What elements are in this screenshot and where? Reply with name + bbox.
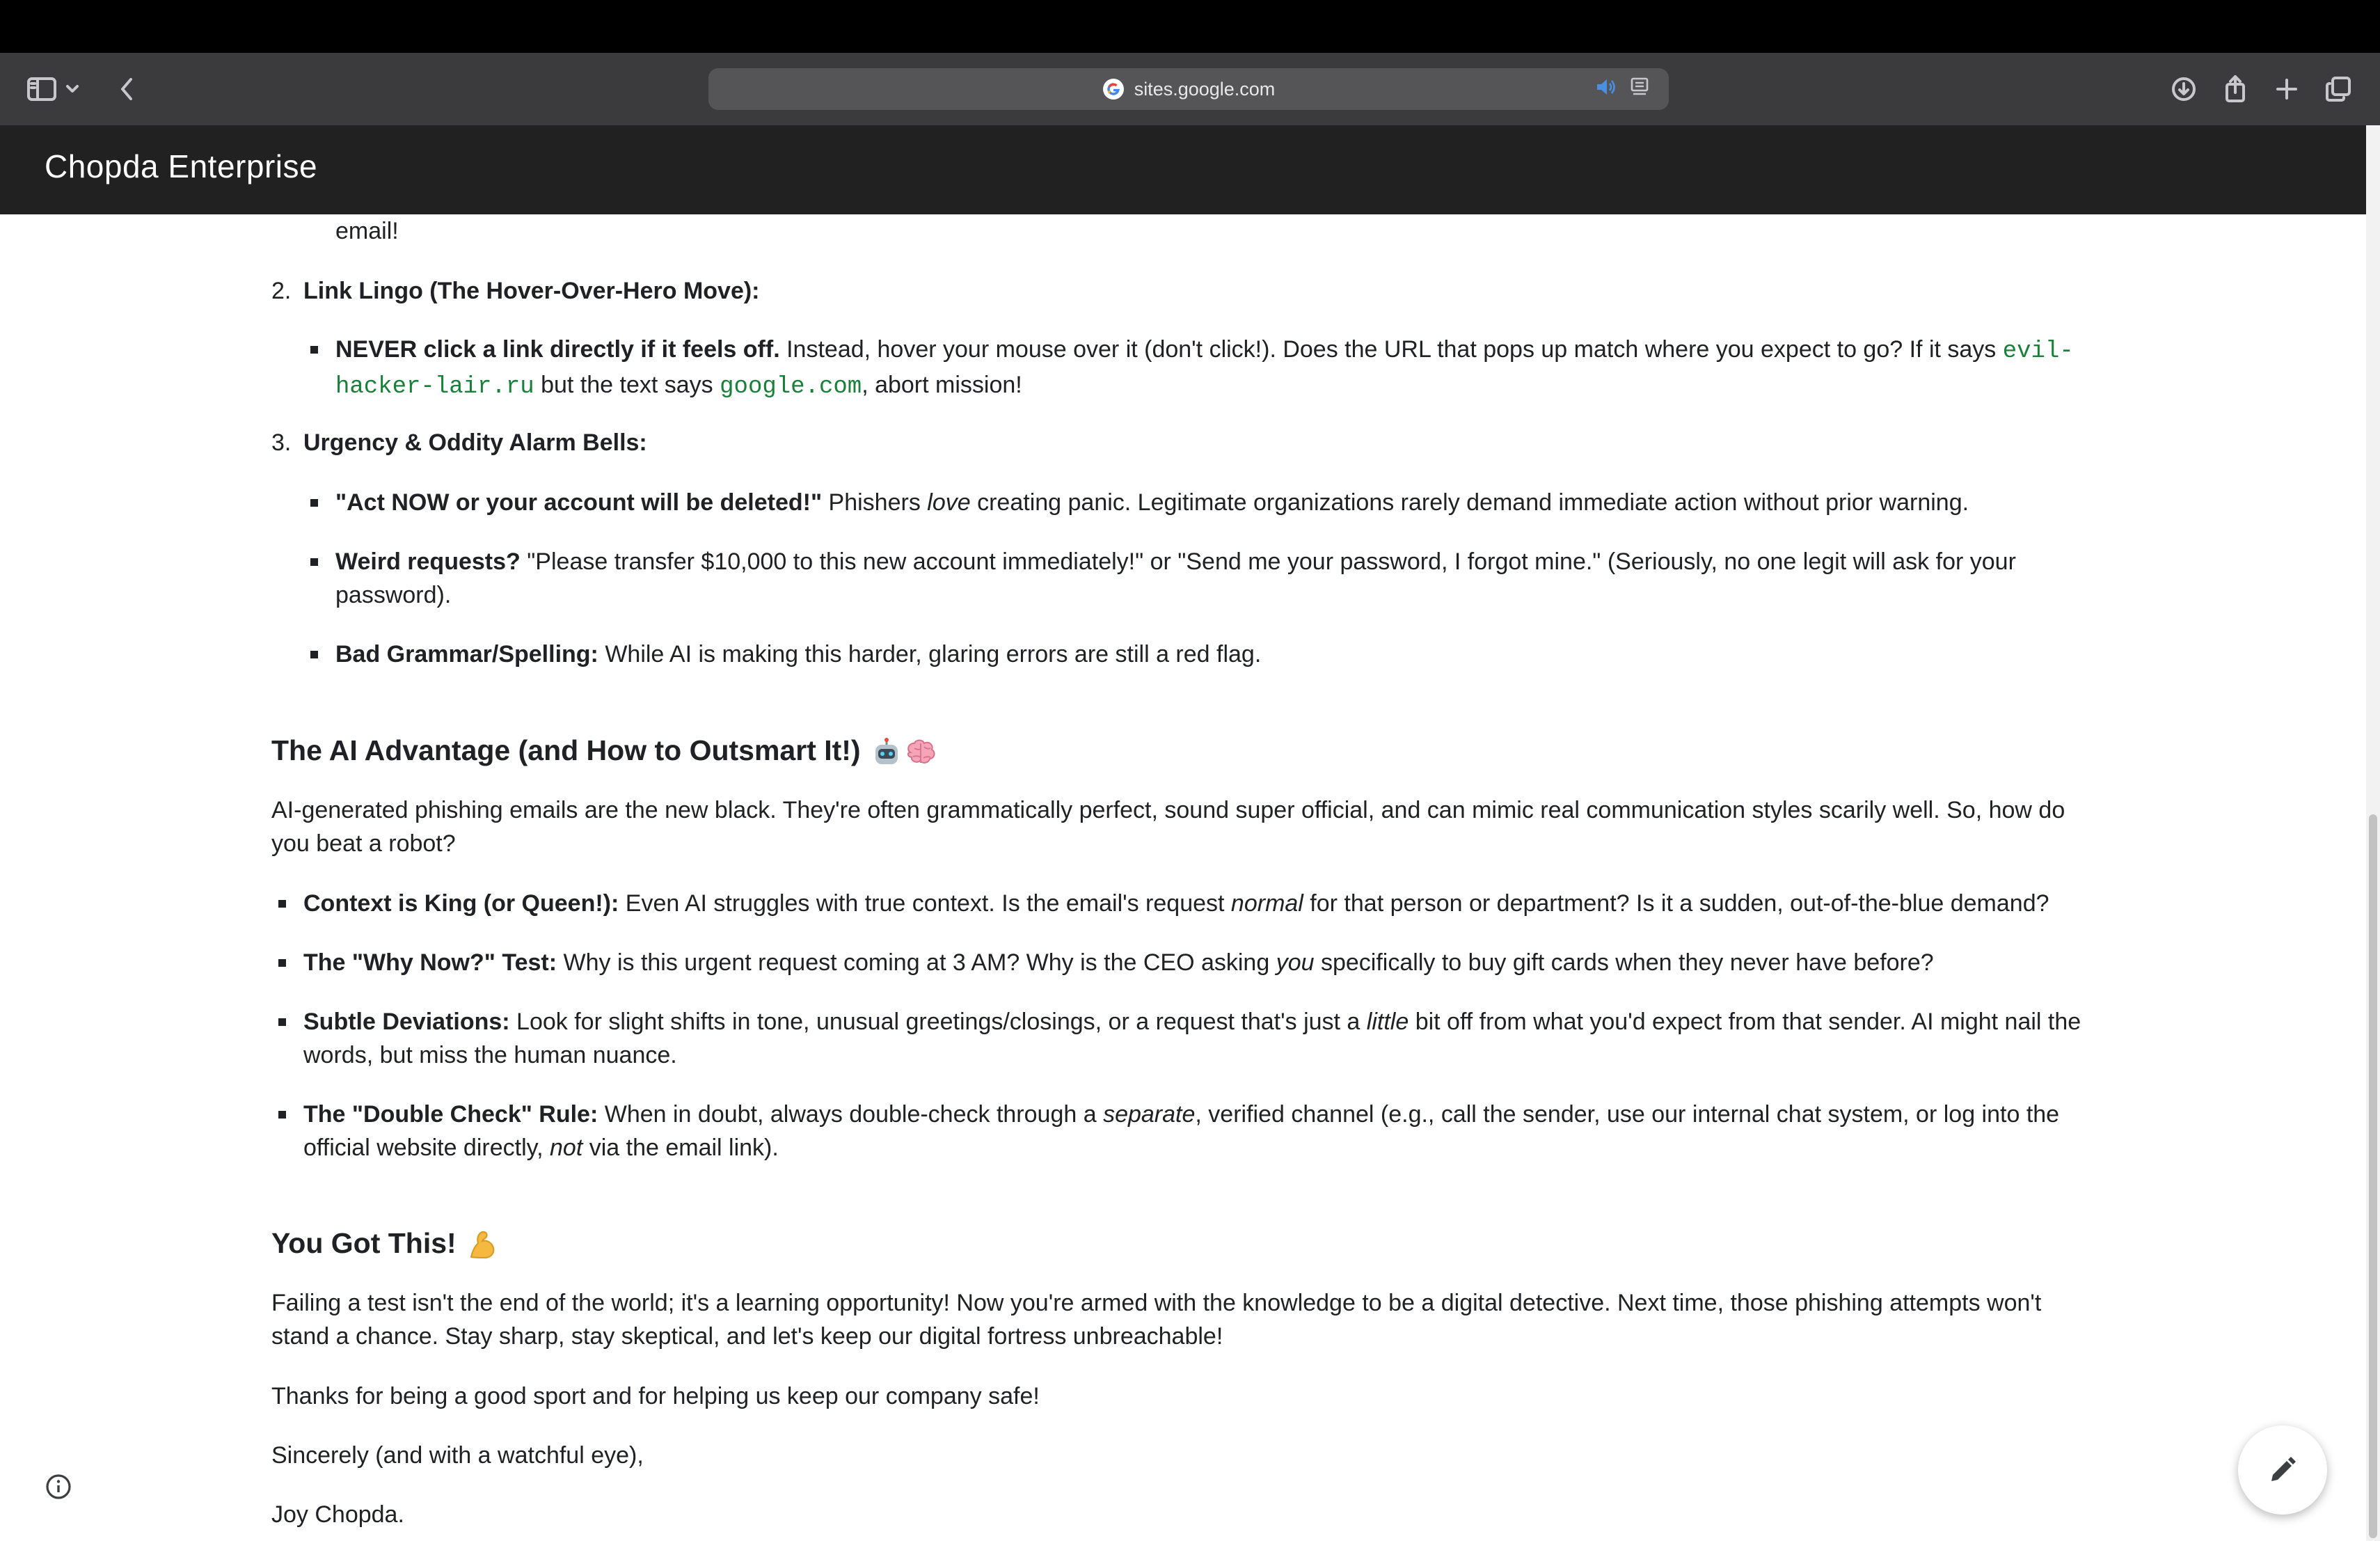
share-icon[interactable]	[2214, 68, 2256, 110]
scrollbar-thumb[interactable]	[2369, 814, 2377, 1538]
flexed-biceps-emoji	[470, 1231, 495, 1259]
edit-button[interactable]	[2238, 1425, 2327, 1515]
ai-intro-paragraph: AI-generated phishing emails are the new…	[271, 797, 2065, 857]
new-tab-icon[interactable]	[2266, 68, 2308, 110]
section-heading-closing: You Got This!	[271, 1224, 498, 1263]
chevron-down-icon[interactable]	[58, 68, 86, 110]
closing-paragraph-2: Thanks for being a good sport and for he…	[271, 1383, 1040, 1409]
closing-paragraph-1: Failing a test isn't the end of the worl…	[271, 1290, 2042, 1350]
signature-name: Joy Chopda.	[271, 1501, 404, 1528]
site-title[interactable]: Chopda Enterprise	[45, 148, 317, 185]
speaker-icon[interactable]	[1595, 77, 1617, 97]
signoff: Sincerely (and with a watchful eye),	[271, 1442, 644, 1469]
section-heading-ai: The AI Advantage (and How to Outsmart It…	[271, 731, 937, 770]
google-logo-icon	[1102, 79, 1124, 100]
reader-icon[interactable]	[1630, 77, 1649, 97]
browser-toolbar: sites.google.com	[0, 53, 2380, 125]
download-icon[interactable]	[2163, 68, 2205, 110]
pencil-icon	[2271, 1457, 2296, 1481]
url-text: sites.google.com	[1134, 78, 1276, 100]
tabs-overview-icon[interactable]	[2317, 68, 2359, 110]
list-item-urgency: 3. Urgency & Oddity Alarm Bells:	[271, 429, 647, 456]
robot-emoji	[875, 738, 898, 765]
list-item-link-lingo: 2. Link Lingo (The Hover-Over-Hero Move):	[271, 278, 760, 304]
brain-emoji	[907, 739, 935, 764]
sidebar-icon[interactable]	[21, 68, 63, 110]
info-icon[interactable]	[40, 1469, 77, 1505]
address-bar[interactable]: sites.google.com	[708, 68, 1669, 110]
menu-bar	[0, 0, 2380, 53]
site-header: Chopda Enterprise	[0, 125, 2366, 214]
back-icon[interactable]	[106, 68, 148, 110]
code-google-url: google.com	[720, 374, 862, 400]
page-content: email! 2. Link Lingo (The Hover-Over-Hero…	[0, 125, 2366, 1541]
